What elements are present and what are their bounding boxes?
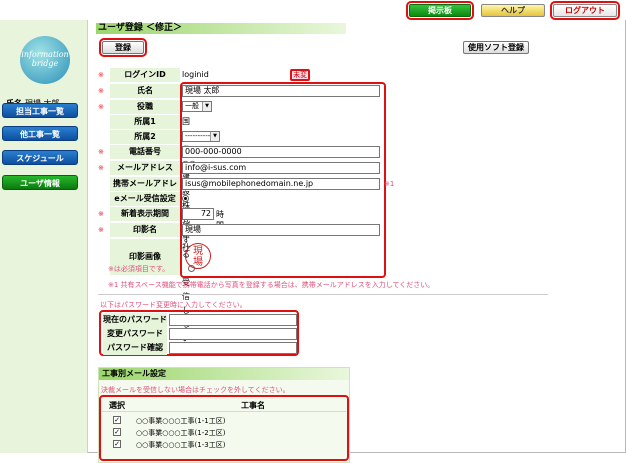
- name-field[interactable]: 現場 太郎: [182, 85, 380, 97]
- email-label: メールアドレス: [110, 161, 180, 175]
- password-hint: 以下はパスワード変更時に入力してください。: [100, 301, 247, 309]
- top-bar: 掲示板 ヘルプ ログアウト: [0, 0, 626, 20]
- mail-settings-title: 工事別メール設定: [99, 368, 349, 380]
- email-receive-label: eメール受信設定: [110, 192, 180, 206]
- select-column-header: 選択: [109, 401, 125, 410]
- login-id-value: loginid: [182, 70, 209, 79]
- mobile-email-note-mark: ※1: [384, 180, 395, 188]
- sidebar: informationbridge 氏名現場 太郎 担当工事一覧 他工事一覧 ス…: [0, 20, 88, 453]
- sidebar-item-other-projects[interactable]: 他工事一覧: [2, 126, 78, 141]
- login-id-row: ※ ログインID loginid 未変: [98, 68, 310, 82]
- mobile-email-note: ※1 共有スペース機能で携帯電話から写真を登録する場合は、携帯メールアドレスを入…: [108, 281, 435, 289]
- divider: [98, 294, 548, 295]
- phone-label: 電話番号: [110, 145, 180, 159]
- project-name: ○○事業○○○工事(1-1工区): [136, 417, 226, 425]
- main-content: ユーザ登録 ＜修正＞ 登録 使用ソフト登録 ※ ログインID loginid 未…: [94, 20, 626, 463]
- new-period-label: 新着表示期間: [110, 207, 180, 221]
- confirm-password-row: パスワード確認: [103, 341, 297, 355]
- current-password-field[interactable]: [169, 314, 297, 326]
- mail-settings-hint: 決裁メールを受信しない場合はチェックを外してください。: [101, 386, 290, 394]
- dept2-label: 所属2: [110, 130, 180, 144]
- current-password-label: 現在のパスワード: [103, 313, 167, 327]
- new-password-label: 変更パスワード: [103, 327, 167, 341]
- page-title: ユーザ登録 ＜修正＞: [96, 23, 346, 34]
- new-period-field[interactable]: 72: [182, 208, 214, 220]
- confirm-password-label: パスワード確認: [103, 341, 167, 355]
- project-checkbox[interactable]: ✓: [113, 428, 121, 436]
- register-button[interactable]: 登録: [99, 38, 147, 57]
- new-password-field[interactable]: [169, 328, 297, 340]
- project-name: ○○事業○○○工事(1-2工区): [136, 429, 226, 437]
- name-label: 氏名: [110, 84, 180, 98]
- seal-name-label: 印影名: [110, 223, 180, 237]
- software-register-button[interactable]: 使用ソフト登録: [463, 41, 529, 54]
- sidebar-item-schedule[interactable]: スケジュール: [2, 150, 78, 165]
- help-button[interactable]: ヘルプ: [481, 4, 545, 17]
- project-column-header: 工事名: [241, 401, 265, 410]
- information-bridge-logo: information bridge: [20, 36, 70, 84]
- new-password-row: 変更パスワード: [103, 327, 297, 341]
- receive-yes-radio[interactable]: [182, 195, 189, 202]
- project-checkbox[interactable]: ✓: [113, 440, 121, 448]
- table-row: ✓ ○○事業○○○工事(1-3工区): [102, 440, 346, 450]
- project-checkbox[interactable]: ✓: [113, 416, 121, 424]
- mobile-email-field[interactable]: isus@mobilephonedomain.ne.jp: [182, 178, 380, 190]
- dept2-select[interactable]: ---------- ▼: [182, 131, 220, 142]
- bulletin-board-button[interactable]: 掲示板: [406, 1, 474, 20]
- seal-name-field[interactable]: 現場: [182, 224, 380, 236]
- login-id-label: ログインID: [110, 68, 180, 82]
- table-row: ✓ ○○事業○○○工事(1-1工区): [102, 416, 346, 426]
- sidebar-item-user-info[interactable]: ユーザ情報: [2, 175, 78, 190]
- role-label: 役職: [110, 100, 180, 114]
- dept1-label: 所属1: [110, 115, 180, 129]
- mail-settings-panel: 工事別メール設定 決裁メールを受信しない場合はチェックを外してください。 選択 …: [98, 367, 350, 463]
- required-note: ※は必須項目です。: [108, 265, 170, 273]
- table-row: ✓ ○○事業○○○工事(1-2工区): [102, 428, 346, 438]
- mobile-email-label: 携帯メールアドレス: [110, 177, 180, 202]
- confirm-password-field[interactable]: [169, 342, 297, 354]
- email-field[interactable]: info@i-sus.com: [182, 162, 380, 174]
- seal-stamp-image: 現場: [185, 243, 211, 269]
- role-select[interactable]: 一般 ▼: [182, 101, 212, 112]
- sidebar-item-assigned-projects[interactable]: 担当工事一覧: [2, 103, 78, 118]
- chevron-down-icon: ▼: [202, 102, 211, 111]
- current-password-row: 現在のパスワード: [103, 313, 297, 327]
- dept1-value: 国交省○○建設株式会社: [182, 117, 196, 252]
- chevron-down-icon: ▼: [210, 132, 219, 141]
- unchanged-badge: 未変: [290, 69, 310, 81]
- project-name: ○○事業○○○工事(1-3工区): [136, 441, 226, 449]
- logout-button[interactable]: ログアウト: [550, 1, 620, 20]
- phone-field[interactable]: 000-000-0000: [182, 146, 380, 158]
